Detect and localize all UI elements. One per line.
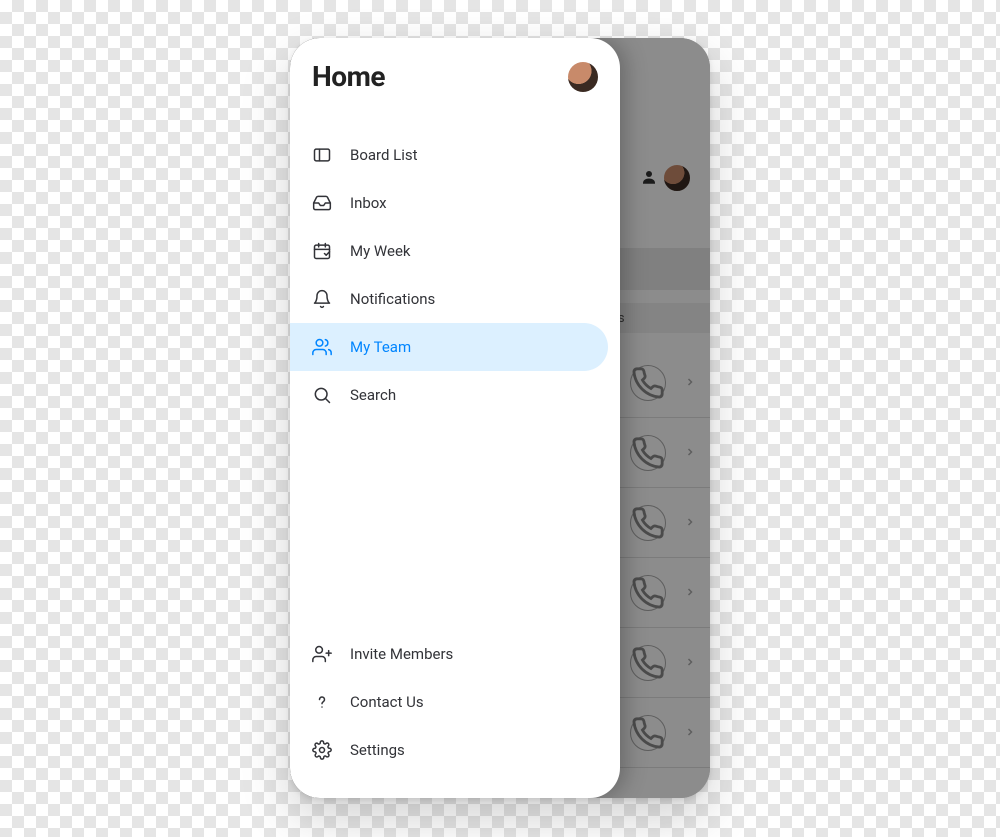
mobile-device-frame: ests (290, 38, 710, 798)
nav-label: My Team (350, 338, 411, 356)
chevron-right-icon (684, 373, 696, 392)
footer-nav: Invite Members Contact Us Settings (290, 630, 620, 780)
nav-label: Board List (350, 146, 418, 164)
nav-item-my-team[interactable]: My Team (290, 323, 608, 371)
phone-icon (630, 715, 666, 751)
board-list-icon (312, 145, 332, 165)
person-icon (640, 168, 658, 186)
inbox-icon (312, 193, 332, 213)
nav-item-my-week[interactable]: My Week (290, 227, 620, 275)
nav-label: Invite Members (350, 645, 453, 663)
calendar-icon (312, 241, 332, 261)
chevron-right-icon (684, 443, 696, 462)
primary-nav: Board List Inbox My Week Notifications (290, 103, 620, 419)
drawer-header: Home (290, 60, 620, 103)
nav-item-notifications[interactable]: Notifications (290, 275, 620, 323)
chevron-right-icon (684, 653, 696, 672)
search-icon (312, 385, 332, 405)
bell-icon (312, 289, 332, 309)
nav-label: Inbox (350, 194, 387, 212)
phone-icon (630, 435, 666, 471)
phone-icon (630, 645, 666, 681)
nav-item-invite-members[interactable]: Invite Members (290, 630, 620, 678)
navigation-drawer: Home Board List Inbox My Week (290, 38, 620, 798)
phone-icon (630, 575, 666, 611)
phone-icon (630, 365, 666, 401)
nav-item-inbox[interactable]: Inbox (290, 179, 620, 227)
chevron-right-icon (684, 513, 696, 532)
flex-spacer (290, 419, 620, 630)
nav-label: My Week (350, 242, 411, 260)
gear-icon (312, 740, 332, 760)
nav-item-contact-us[interactable]: Contact Us (290, 678, 620, 726)
chevron-right-icon (684, 723, 696, 742)
phone-icon (630, 505, 666, 541)
chevron-right-icon (684, 583, 696, 602)
nav-item-board-list[interactable]: Board List (290, 131, 620, 179)
team-icon (312, 337, 332, 357)
nav-label: Notifications (350, 290, 435, 308)
question-icon (312, 692, 332, 712)
nav-label: Settings (350, 741, 405, 759)
nav-item-settings[interactable]: Settings (290, 726, 620, 774)
nav-label: Search (350, 386, 396, 404)
nav-label: Contact Us (350, 693, 424, 711)
avatar (662, 163, 692, 193)
page-title: Home (312, 60, 385, 93)
invite-icon (312, 644, 332, 664)
avatar[interactable] (568, 62, 598, 92)
nav-item-search[interactable]: Search (290, 371, 620, 419)
